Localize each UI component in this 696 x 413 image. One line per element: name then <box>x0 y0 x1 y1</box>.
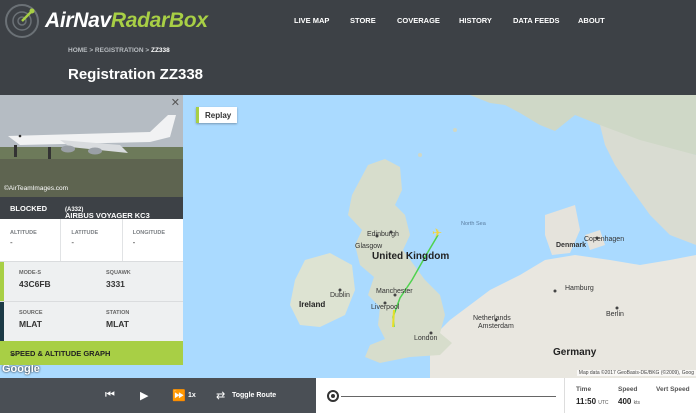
aircraft-status-bar: BLOCKED AIRBUS VOYAGER KC3 (A332) <box>0 197 183 220</box>
timeline-handle[interactable] <box>327 390 339 402</box>
map-label-ireland: Ireland <box>299 300 326 309</box>
speed-stat: Speed 400 kts <box>618 386 640 406</box>
breadcrumb-section[interactable]: REGISTRATION <box>95 47 144 54</box>
map-label-uk: United Kingdom <box>372 251 450 262</box>
speed-altitude-graph-toggle[interactable]: SPEED & ALTITUDE GRAPH ⌄ <box>0 341 183 365</box>
longitude-value: - <box>132 238 136 247</box>
map-label-london: London <box>414 335 438 342</box>
map-label-glasgow: Glasgow <box>355 243 383 250</box>
breadcrumb-current: ZZ338 <box>150 47 170 54</box>
squawk-value: 3331 <box>106 279 125 289</box>
aircraft-icon[interactable]: ✈ <box>432 226 442 240</box>
breadcrumb: HOME > REGISTRATION > ZZ338 <box>68 47 170 54</box>
chevron-down-icon: ⌄ <box>10 349 17 358</box>
mode-s-value: 43C6FB <box>19 279 51 289</box>
longitude-label: LONGITUDE <box>132 230 166 236</box>
time-unit: UTC <box>598 400 609 406</box>
fast-forward-icon[interactable]: ⏩ <box>172 389 186 402</box>
speed-number: 400 <box>618 397 632 406</box>
speed-value: 400 kts <box>618 397 640 406</box>
breadcrumb-separator: > <box>89 47 94 54</box>
altitude-value: - <box>10 238 13 247</box>
status-badge: BLOCKED <box>10 204 48 213</box>
brand-name: AirNavRadarBox <box>45 9 208 33</box>
time-number: 11:50 <box>576 397 597 406</box>
playback-bar: ⏮ ▶ ⏩ 1x ⇄ Toggle Route Time 11:50 UTC S… <box>0 378 696 413</box>
latitude-value: - <box>71 238 74 247</box>
longitude-cell: LONGITUDE - <box>123 219 183 261</box>
play-icon[interactable]: ▶ <box>140 389 148 402</box>
source-row: SOURCE MLAT STATION MLAT <box>0 301 183 342</box>
vert-speed-stat: Vert Speed <box>656 386 690 397</box>
map-label-germany: Germany <box>553 347 597 358</box>
map-label-copenhagen: Copenhagen <box>584 236 625 243</box>
time-stat: Time 11:50 UTC <box>576 386 609 406</box>
aircraft-photo-art <box>0 95 183 197</box>
position-row: ALTITUDE - LATITUDE - LONGITUDE - <box>0 219 183 261</box>
timeline-track[interactable] <box>316 378 564 413</box>
aircraft-type: AIRBUS VOYAGER KC3 (A332) <box>65 204 150 220</box>
speed-multiplier[interactable]: 1x <box>188 392 196 399</box>
replay-button[interactable]: Replay <box>196 107 238 123</box>
map-label-netherlands: Netherlands <box>473 315 511 322</box>
altitude-cell: ALTITUDE - <box>0 219 62 261</box>
altitude-label: ALTITUDE <box>10 230 37 236</box>
breadcrumb-home[interactable]: HOME <box>68 47 88 54</box>
nav-history[interactable]: HISTORY <box>459 16 513 25</box>
station-cell: STATION MLAT <box>106 310 129 329</box>
map-label-north-sea: North Sea <box>461 221 486 227</box>
main-nav: LIVE MAP STORE COVERAGE HISTORY DATA FEE… <box>294 16 605 25</box>
station-value: MLAT <box>106 319 129 329</box>
latitude-cell: LATITUDE - <box>61 219 123 261</box>
station-label: STATION <box>106 310 130 316</box>
nav-coverage[interactable]: COVERAGE <box>397 16 459 25</box>
nav-data-feeds[interactable]: DATA FEEDS <box>513 16 578 25</box>
nav-about[interactable]: ABOUT <box>578 16 605 25</box>
map-label-manchester: Manchester <box>376 288 413 295</box>
map-label-amsterdam: Amsterdam <box>478 323 514 330</box>
radar-icon <box>5 4 39 38</box>
top-header: AirNavRadarBox LIVE MAP STORE COVERAGE H… <box>0 0 696 95</box>
map-attribution[interactable]: Map data ©2017 GeoBasis-DE/BKG (©2009), … <box>576 370 696 376</box>
brand-accent: RadarBox <box>110 9 208 32</box>
close-icon[interactable]: ✕ <box>171 96 180 109</box>
source-value: MLAT <box>19 319 42 329</box>
nav-store[interactable]: STORE <box>350 16 397 25</box>
mode-s-label: MODE-S <box>19 270 41 276</box>
speed-label: Speed <box>618 386 638 393</box>
toggle-route-button[interactable]: Toggle Route <box>232 392 276 399</box>
timeline-line <box>341 396 556 397</box>
mode-s-row: MODE-S 43C6FB SQUAWK 3331 <box>0 261 183 302</box>
breadcrumb-separator: > <box>145 47 150 54</box>
accent-bar <box>0 302 4 342</box>
nav-live-map[interactable]: LIVE MAP <box>294 16 350 25</box>
source-cell: SOURCE MLAT <box>19 310 43 329</box>
map-label-liverpool: Liverpool <box>371 304 400 311</box>
accent-bar <box>0 262 4 302</box>
time-value: 11:50 UTC <box>576 397 609 406</box>
squawk-cell: SQUAWK 3331 <box>106 270 131 289</box>
brand-main: AirNav <box>45 9 111 32</box>
source-label: SOURCE <box>19 310 43 316</box>
brand-logo[interactable]: AirNavRadarBox <box>5 4 208 40</box>
squawk-label: SQUAWK <box>106 270 131 276</box>
map-label-hamburg: Hamburg <box>565 285 594 292</box>
map-label-edinburgh: Edinburgh <box>367 231 399 238</box>
toggle-route-icon[interactable]: ⇄ <box>216 389 225 402</box>
details-grid: MODE-S 43C6FB SQUAWK 3331 SOURCE MLAT ST… <box>0 261 183 342</box>
map-label-dublin: Dublin <box>330 292 350 299</box>
mode-s-cell: MODE-S 43C6FB <box>19 270 51 289</box>
map-label-berlin: Berlin <box>606 311 624 318</box>
skip-back-icon[interactable]: ⏮ <box>105 389 115 402</box>
vert-speed-label: Vert Speed <box>656 386 690 393</box>
aircraft-photo: ✕ ©AirTeamImages.com <box>0 95 183 197</box>
aircraft-info-panel: ✕ ©AirTeamImages.com BLOCKED AIRBUS VOYA… <box>0 95 183 365</box>
map-label-denmark: Denmark <box>556 242 586 249</box>
latitude-label: LATITUDE <box>71 230 99 236</box>
image-credit: ©AirTeamImages.com <box>4 185 69 192</box>
page-title: Registration ZZ338 <box>68 66 204 83</box>
flight-stats: Time 11:50 UTC Speed 400 kts Vert Speed <box>564 378 696 413</box>
time-label: Time <box>576 386 592 393</box>
speed-unit: kts <box>633 400 640 406</box>
